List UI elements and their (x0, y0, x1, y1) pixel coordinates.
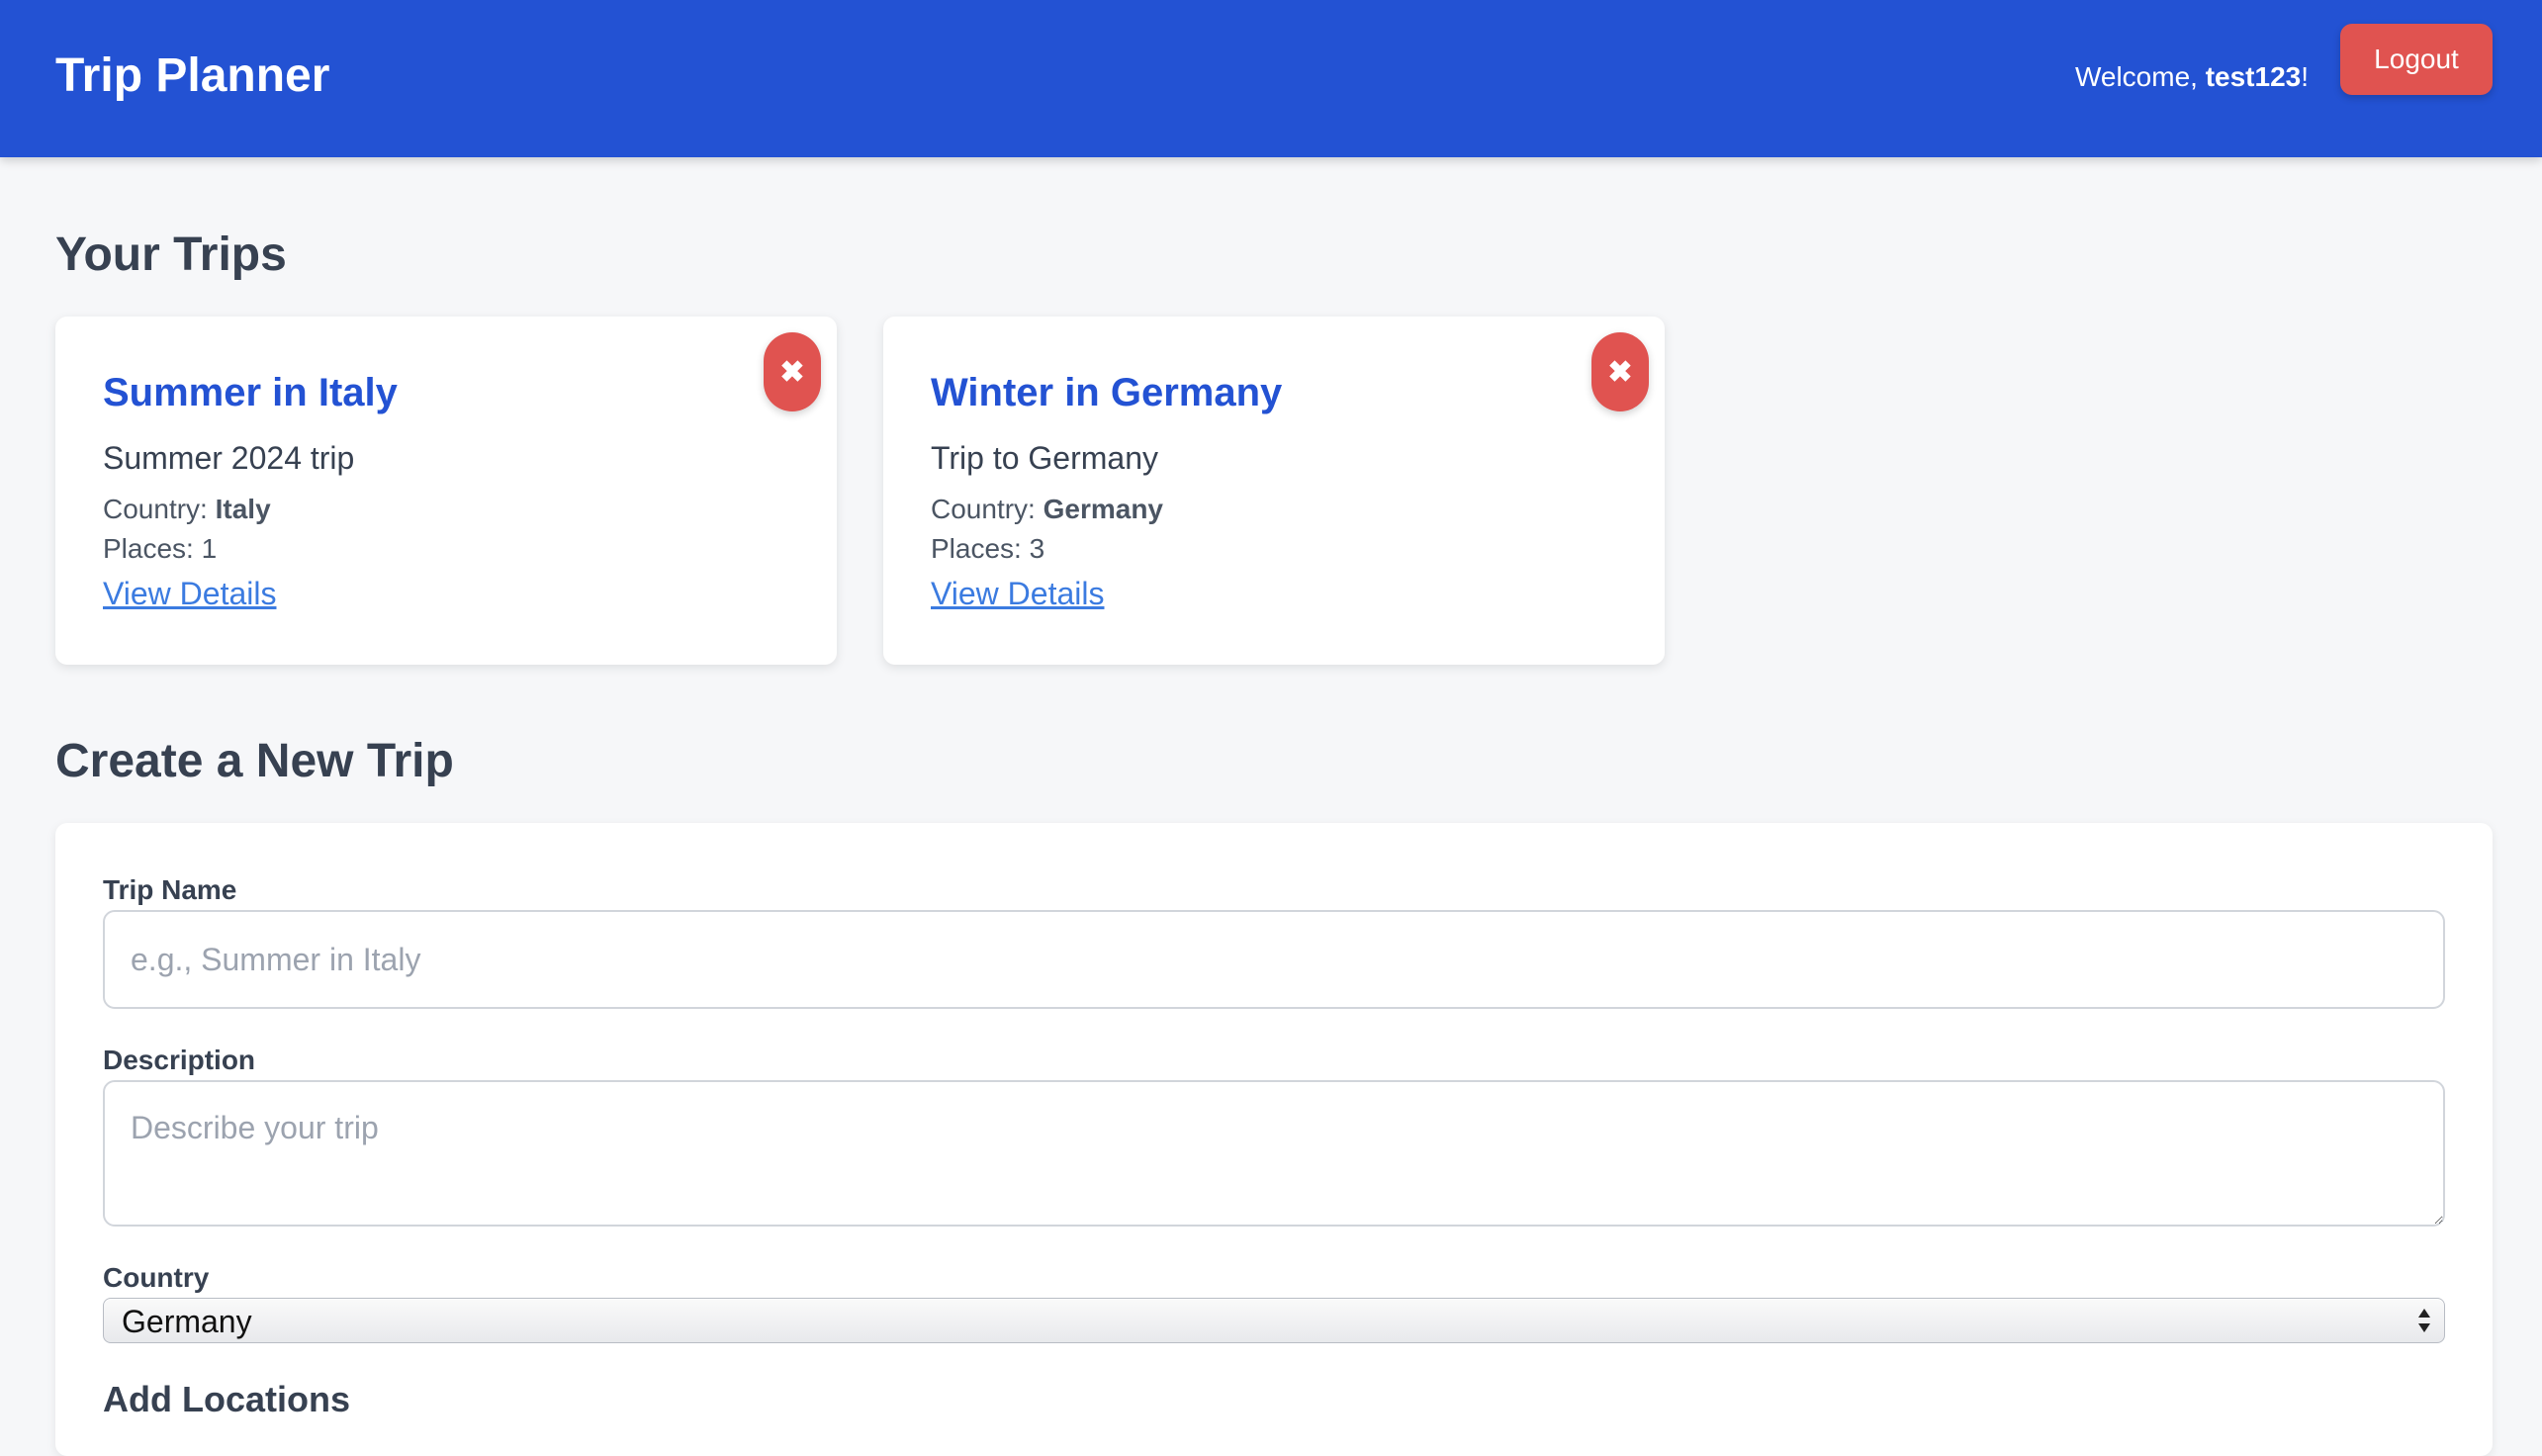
select-arrows-icon (2418, 1309, 2430, 1332)
country-label: Country: (103, 494, 216, 524)
country-label: Country (103, 1262, 210, 1293)
top-navbar: Trip Planner Welcome, test123! Logout (0, 0, 2542, 157)
welcome-prefix: Welcome, (2074, 61, 2206, 92)
welcome-suffix: ! (2301, 61, 2309, 92)
delete-trip-button[interactable]: ✖ (764, 332, 821, 411)
country-value: Italy (215, 494, 271, 524)
country-value: Germany (1043, 494, 1164, 524)
close-icon: ✖ (1607, 355, 1633, 389)
delete-trip-button[interactable]: ✖ (1591, 332, 1649, 411)
places-label: Places: (931, 533, 1030, 564)
logout-button[interactable]: Logout (2340, 24, 2493, 95)
places-value: 3 (1029, 533, 1045, 564)
username: test123 (2205, 61, 2302, 92)
trip-card: Winter in Germany ✖ Trip to Germany Coun… (883, 317, 1665, 665)
country-label: Country: (931, 494, 1044, 524)
description-label: Description (103, 1045, 256, 1075)
trip-places: Places: 3 (931, 530, 1044, 568)
create-trip-heading: Create a New Trip (55, 735, 454, 787)
view-details-link[interactable]: View Details (103, 572, 276, 615)
create-trip-form: Trip Name Description Country Germany Ad… (55, 823, 2493, 1456)
trip-name-input[interactable] (103, 910, 2445, 1009)
welcome-message: Welcome, test123! (2075, 57, 2309, 97)
trip-name: Summer in Italy (103, 371, 398, 414)
places-value: 1 (201, 533, 218, 564)
app-title: Trip Planner (55, 49, 330, 102)
view-details-link[interactable]: View Details (931, 572, 1104, 615)
places-label: Places: (103, 533, 202, 564)
your-trips-heading: Your Trips (55, 228, 287, 281)
trip-card: Summer in Italy ✖ Summer 2024 trip Count… (55, 317, 837, 665)
trip-description: Summer 2024 trip (103, 440, 355, 476)
trip-name: Winter in Germany (931, 371, 1283, 414)
country-selected-value: Germany (122, 1304, 252, 1339)
close-icon: ✖ (779, 355, 805, 389)
trip-places: Places: 1 (103, 530, 217, 568)
add-locations-heading: Add Locations (103, 1379, 350, 1419)
description-textarea[interactable] (103, 1080, 2445, 1227)
country-select[interactable]: Germany (103, 1298, 2445, 1343)
trip-name-label: Trip Name (103, 874, 237, 905)
trip-description: Trip to Germany (931, 440, 1158, 476)
trip-country: Country: Italy (103, 491, 271, 528)
trip-country: Country: Germany (931, 491, 1163, 528)
